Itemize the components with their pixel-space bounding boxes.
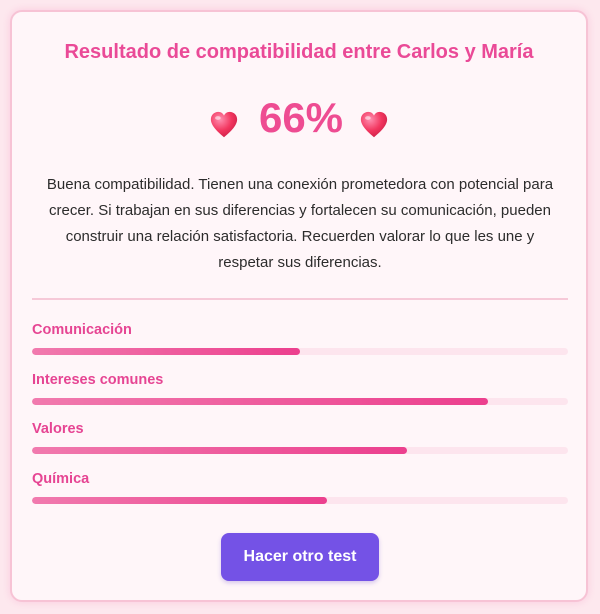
retry-test-button[interactable]: Hacer otro test <box>221 533 379 581</box>
heart-icon <box>360 111 388 138</box>
metric-label: Valores <box>32 421 84 437</box>
progress-fill <box>32 348 300 355</box>
metric-valores: Valores <box>32 420 568 454</box>
divider <box>32 298 568 300</box>
metric-comunicacion: Comunicación <box>32 321 568 355</box>
progress-fill <box>32 497 327 504</box>
heart-icon <box>210 111 238 138</box>
result-title: Resultado de compatibilidad entre Carlos… <box>64 41 534 63</box>
metric-label: Intereses comunes <box>32 372 164 388</box>
progress-track <box>32 447 568 454</box>
metric-label: Química <box>32 471 90 487</box>
progress-fill <box>32 398 488 405</box>
metric-quimica: Química <box>32 470 568 504</box>
progress-track <box>32 398 568 405</box>
result-card: Resultado de compatibilidad entre Carlos… <box>10 10 588 602</box>
progress-track <box>32 497 568 504</box>
result-description: Buena compatibilidad. Tienen una conexió… <box>46 176 554 271</box>
metric-label: Comunicación <box>32 322 132 338</box>
compatibility-score: 66% <box>258 94 344 141</box>
score-row: 66% <box>12 90 586 146</box>
progress-track <box>32 348 568 355</box>
metric-intereses-comunes: Intereses comunes <box>32 371 568 405</box>
progress-fill <box>32 447 408 454</box>
